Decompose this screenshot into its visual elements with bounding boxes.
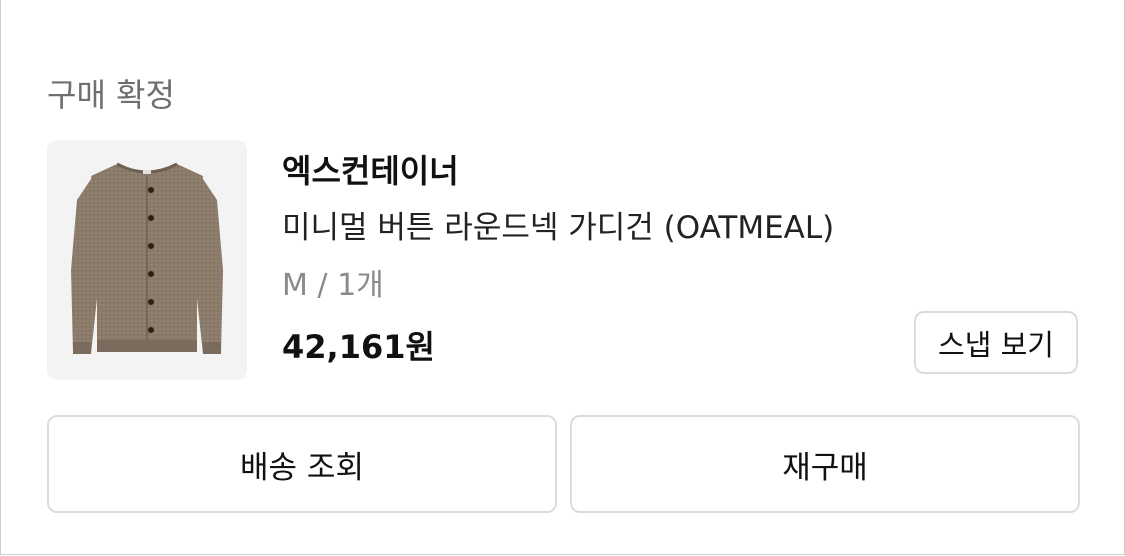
- order-status-title: 구매 확정: [47, 76, 175, 114]
- product-price: 42,161원: [282, 328, 435, 366]
- track-delivery-label: 배송 조회: [240, 449, 364, 486]
- product-brand[interactable]: 엑스컨테이너: [282, 146, 459, 192]
- track-delivery-button[interactable]: 배송 조회: [47, 415, 557, 513]
- order-card: 구매 확정 엑스컨테이너 미니멀 버튼 라운드넥 가디건 (OATMEAL) M…: [0, 0, 1125, 555]
- snap-view-button[interactable]: 스냅 보기: [914, 311, 1078, 374]
- repurchase-label: 재구매: [782, 449, 868, 486]
- repurchase-button[interactable]: 재구매: [570, 415, 1080, 513]
- snap-view-label: 스냅 보기: [938, 327, 1054, 362]
- product-option: M / 1개: [282, 268, 384, 303]
- product-thumbnail[interactable]: [47, 140, 247, 380]
- product-name[interactable]: 미니멀 버튼 라운드넥 가디건 (OATMEAL): [282, 202, 834, 247]
- cardigan-icon: [71, 162, 223, 354]
